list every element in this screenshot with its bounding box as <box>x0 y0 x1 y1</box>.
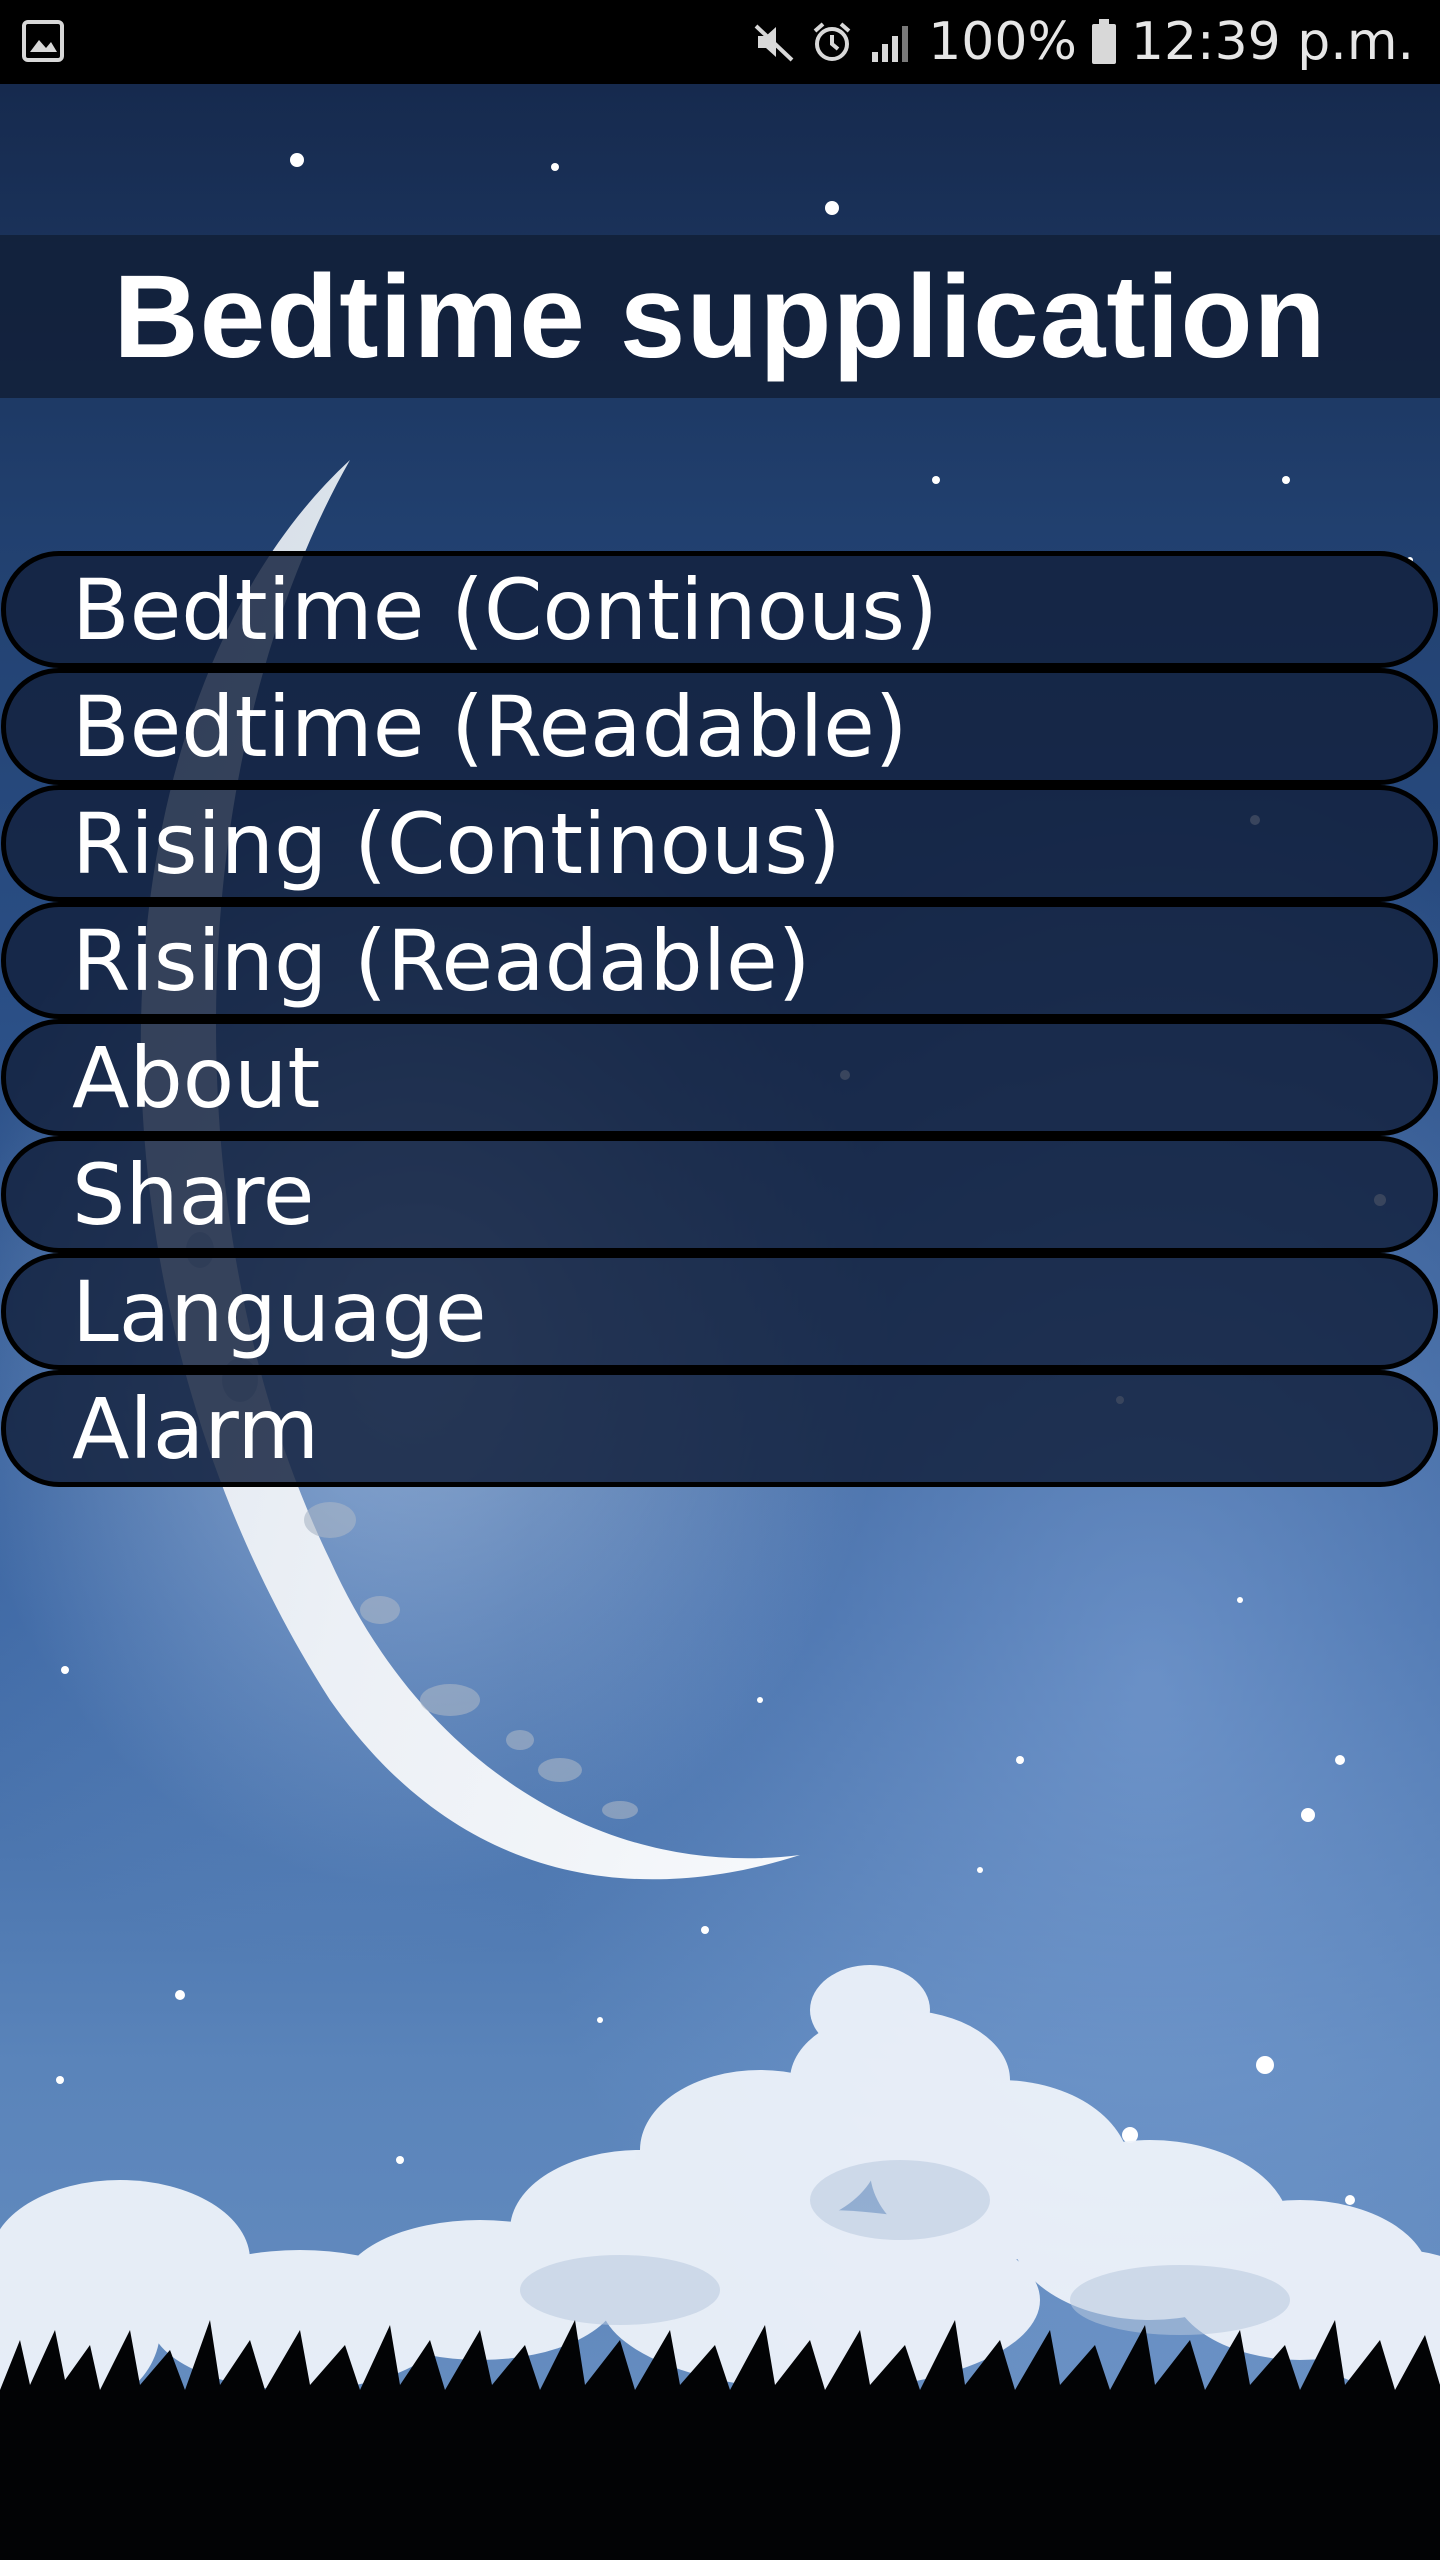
status-icons: 100% 12:39 p.m. <box>752 0 1414 84</box>
signal-icon <box>868 20 914 64</box>
menu-item-label: Rising (Continous) <box>72 794 841 893</box>
menu-item-label: Bedtime (Readable) <box>72 677 908 776</box>
menu-item-label: Language <box>72 1262 487 1361</box>
main-menu: Bedtime (Continous) Bedtime (Readable) R… <box>0 551 1440 1487</box>
image-notification-icon <box>22 20 64 62</box>
app-screen: 100% 12:39 p.m. Bedtime supplication Bed… <box>0 0 1440 2560</box>
menu-item-rising-readable[interactable]: Rising (Readable) <box>1 902 1438 1019</box>
mute-icon <box>752 20 796 64</box>
menu-item-rising-continous[interactable]: Rising (Continous) <box>1 785 1438 902</box>
title-banner: Bedtime supplication <box>0 235 1440 398</box>
menu-item-about[interactable]: About <box>1 1019 1438 1136</box>
menu-item-language[interactable]: Language <box>1 1253 1438 1370</box>
menu-item-label: Alarm <box>72 1379 320 1478</box>
menu-item-label: Bedtime (Continous) <box>72 560 938 659</box>
battery-percent: 100% <box>928 12 1077 72</box>
menu-item-bedtime-continous[interactable]: Bedtime (Continous) <box>1 551 1438 668</box>
alarm-icon <box>810 20 854 64</box>
status-bar: 100% 12:39 p.m. <box>0 0 1440 84</box>
battery-icon <box>1091 19 1117 65</box>
menu-item-alarm[interactable]: Alarm <box>1 1370 1438 1487</box>
menu-item-label: About <box>72 1028 321 1127</box>
menu-item-bedtime-readable[interactable]: Bedtime (Readable) <box>1 668 1438 785</box>
menu-item-share[interactable]: Share <box>1 1136 1438 1253</box>
menu-item-label: Rising (Readable) <box>72 911 811 1010</box>
clock-time: 12:39 p.m. <box>1130 12 1414 72</box>
menu-item-label: Share <box>72 1145 315 1244</box>
page-title: Bedtime supplication <box>113 250 1327 383</box>
